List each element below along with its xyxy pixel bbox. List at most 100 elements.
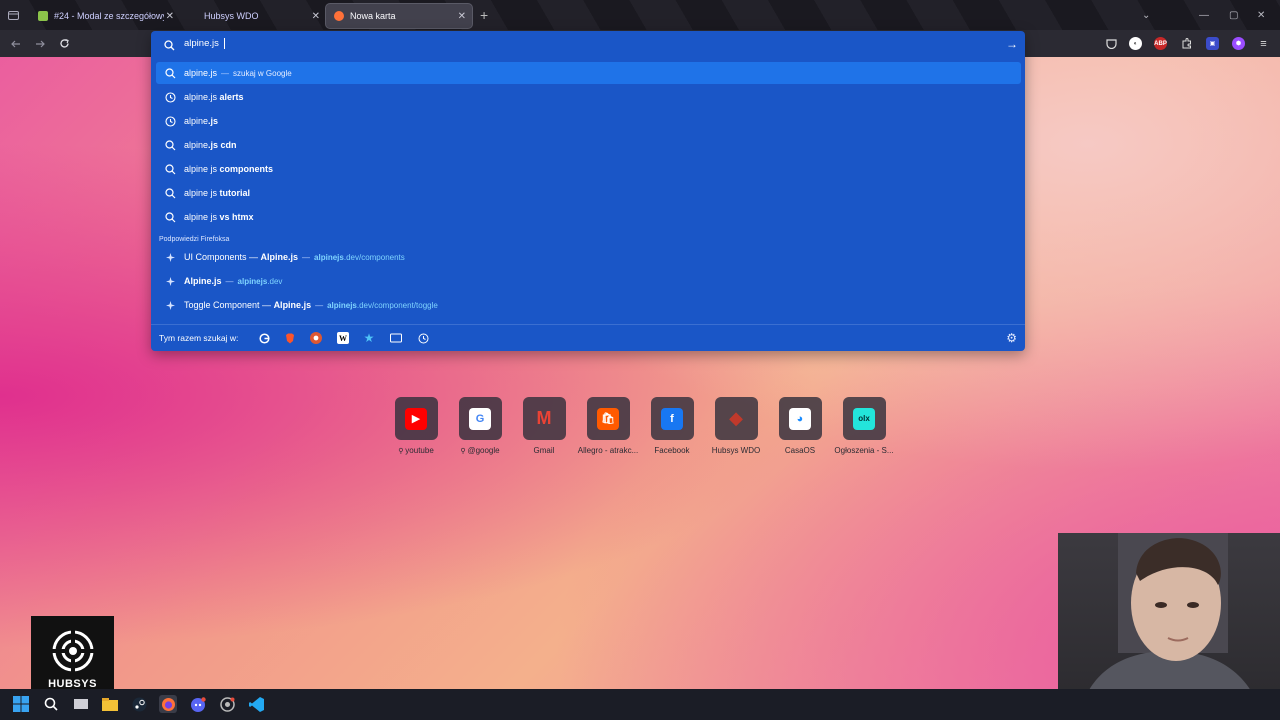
suggestion-row[interactable]: alpine.js alerts <box>156 86 1021 108</box>
puzzle-extension-icon[interactable] <box>1180 37 1193 50</box>
top-site-tile[interactable]: f Facebook <box>640 397 704 455</box>
tab-overflow-chevron-icon[interactable]: ⌄ <box>1142 0 1150 30</box>
suggestion-label: alpine.js — szukaj w Google <box>184 68 292 78</box>
container-extension-icon[interactable]: ▣ <box>1206 37 1219 50</box>
taskbar-search-icon[interactable] <box>42 695 60 713</box>
top-site-tile[interactable]: ▶ ⚲ youtube <box>384 397 448 455</box>
bookmarks-icon[interactable]: ★ <box>363 331 375 345</box>
brave-icon[interactable] <box>284 332 296 344</box>
top-site-icon-box[interactable]: 🛍 <box>586 397 630 440</box>
urlbar-text[interactable]: alpine.js <box>184 38 225 50</box>
suggestion-text: alpine js <box>184 164 220 174</box>
suggestion-text: .js cdn <box>208 140 237 150</box>
hamburger-menu-icon[interactable]: ≡ <box>1257 37 1270 50</box>
tab-close-icon[interactable]: ✕ <box>312 11 320 22</box>
urlbar-input[interactable]: alpine.js → <box>151 31 1025 57</box>
wikipedia-icon[interactable]: W <box>337 332 349 344</box>
firefox-suggestion-row[interactable]: Toggle Component — Alpine.js — alpinejs.de… <box>156 294 1021 316</box>
top-site-name: CasaOS <box>768 446 832 455</box>
tab-2[interactable]: Hubsys WDO ✕ <box>180 4 326 28</box>
gear-icon[interactable]: ⚙ <box>1006 331 1017 345</box>
forward-button[interactable] <box>30 30 50 57</box>
suggestion-text: .js <box>208 116 219 126</box>
top-site-icon-box[interactable]: f <box>650 397 694 440</box>
suggestion-text: alpine js <box>184 188 220 198</box>
firefox-taskbar-icon[interactable] <box>159 695 177 713</box>
tab-3[interactable]: Nowa karta ✕ <box>326 4 472 28</box>
profile-extension-icon[interactable]: ⬢ <box>1232 37 1245 50</box>
discord-icon[interactable] <box>189 695 207 713</box>
windows-start-icon[interactable] <box>12 695 30 713</box>
sparkle-icon <box>164 251 176 263</box>
suggestion-url-path: .dev/components <box>343 253 405 262</box>
suggestion-row[interactable]: alpine js components <box>156 158 1021 180</box>
top-site-tile[interactable]: ◆ Hubsys WDO <box>704 397 768 455</box>
minimize-icon[interactable]: — <box>1199 0 1209 30</box>
task-view-icon[interactable] <box>72 695 90 713</box>
duckduckgo-icon[interactable] <box>310 332 322 344</box>
tab-favicon-icon <box>334 11 344 21</box>
urlbar-dropdown: alpine.js → alpine.js — szukaj w Google alp… <box>151 31 1025 351</box>
separator: — <box>225 277 234 286</box>
back-button[interactable] <box>6 30 26 57</box>
new-tab-button[interactable]: + <box>480 7 488 23</box>
suggestion-engine-hint: szukaj w Google <box>233 69 292 78</box>
top-site-icon-box[interactable]: ▶ <box>394 397 438 440</box>
suggestion-label: alpine.js alerts <box>184 92 244 102</box>
separator: — <box>302 253 311 262</box>
suggestion-row[interactable]: alpine js vs htmx <box>156 206 1021 228</box>
history-icon <box>164 91 176 103</box>
chrome-dev-icon[interactable] <box>218 695 236 713</box>
extension-dark-icon[interactable]: ◐ <box>1129 37 1142 50</box>
history-icon <box>164 115 176 127</box>
google-icon: G <box>469 407 491 430</box>
close-window-icon[interactable]: ✕ <box>1257 0 1265 30</box>
suggestion-row[interactable]: alpine.js <box>156 110 1021 132</box>
file-explorer-icon[interactable] <box>101 695 119 713</box>
top-site-label: youtube <box>405 446 434 455</box>
vscode-icon[interactable] <box>247 695 265 713</box>
history-icon[interactable] <box>417 332 429 344</box>
search-shortcuts-bar: Tym razem szukaj w: W ★ ⚙ <box>151 324 1025 351</box>
maximize-icon[interactable]: ▢ <box>1229 0 1238 30</box>
tab-close-icon[interactable]: ✕ <box>166 11 174 22</box>
top-site-tile[interactable]: ◕ CasaOS <box>768 397 832 455</box>
top-site-icon-box[interactable]: M <box>522 397 566 440</box>
top-site-tile[interactable]: M Gmail <box>512 397 576 455</box>
suggestion-url-domain: alpinejs <box>237 277 268 286</box>
windows-taskbar <box>0 689 1280 720</box>
search-with-label: Tym razem szukaj w: <box>159 333 239 343</box>
suggestion-row[interactable]: alpine.js — szukaj w Google <box>156 62 1021 84</box>
hubsys-logo-overlay: HUBSYS <box>31 616 114 690</box>
suggestion-title-bold: Alpine.js <box>184 276 222 286</box>
top-site-tile[interactable]: olx Ogłoszenia - S... <box>832 397 896 455</box>
youtube-icon: ▶ <box>405 407 427 430</box>
suggestion-text: alpine.js <box>184 68 218 78</box>
suggestion-row[interactable]: alpine.js cdn <box>156 134 1021 156</box>
top-site-icon-box[interactable]: G <box>458 397 502 440</box>
tab-list-button[interactable] <box>0 0 26 30</box>
suggestion-text: alpine <box>184 116 209 126</box>
top-site-icon-box[interactable]: olx <box>842 397 886 440</box>
steam-icon[interactable] <box>130 695 148 713</box>
sparkle-icon <box>164 275 176 287</box>
tab-1[interactable]: #24 - Modal ze szczegółowym ✕ <box>30 4 180 28</box>
google-icon[interactable] <box>258 332 270 344</box>
tab-close-icon[interactable]: ✕ <box>458 11 466 22</box>
reload-button[interactable] <box>54 30 74 57</box>
go-arrow-icon[interactable]: → <box>1006 37 1018 51</box>
firefox-suggestion-row[interactable]: Alpine.js — alpinejs.dev <box>156 270 1021 292</box>
pocket-icon[interactable] <box>1105 37 1118 50</box>
olx-icon: olx <box>853 407 875 430</box>
top-site-tile[interactable]: 🛍 Allegro - atrakc... <box>576 397 640 455</box>
top-site-name: ⚲ youtube <box>384 446 448 455</box>
search-icon <box>164 139 176 151</box>
suggestion-row[interactable]: alpine js tutorial <box>156 182 1021 204</box>
tabs-icon[interactable] <box>390 332 402 344</box>
top-site-icon-box[interactable]: ◆ <box>714 397 758 440</box>
firefox-suggestion-row[interactable]: UI Components — Alpine.js — alpinejs.dev/c… <box>156 246 1021 268</box>
top-site-name: Allegro - atrakc... <box>576 446 640 455</box>
top-site-tile[interactable]: G ⚲ @google <box>448 397 512 455</box>
top-site-icon-box[interactable]: ◕ <box>778 397 822 440</box>
adblock-plus-icon[interactable]: ABP <box>1154 37 1167 50</box>
